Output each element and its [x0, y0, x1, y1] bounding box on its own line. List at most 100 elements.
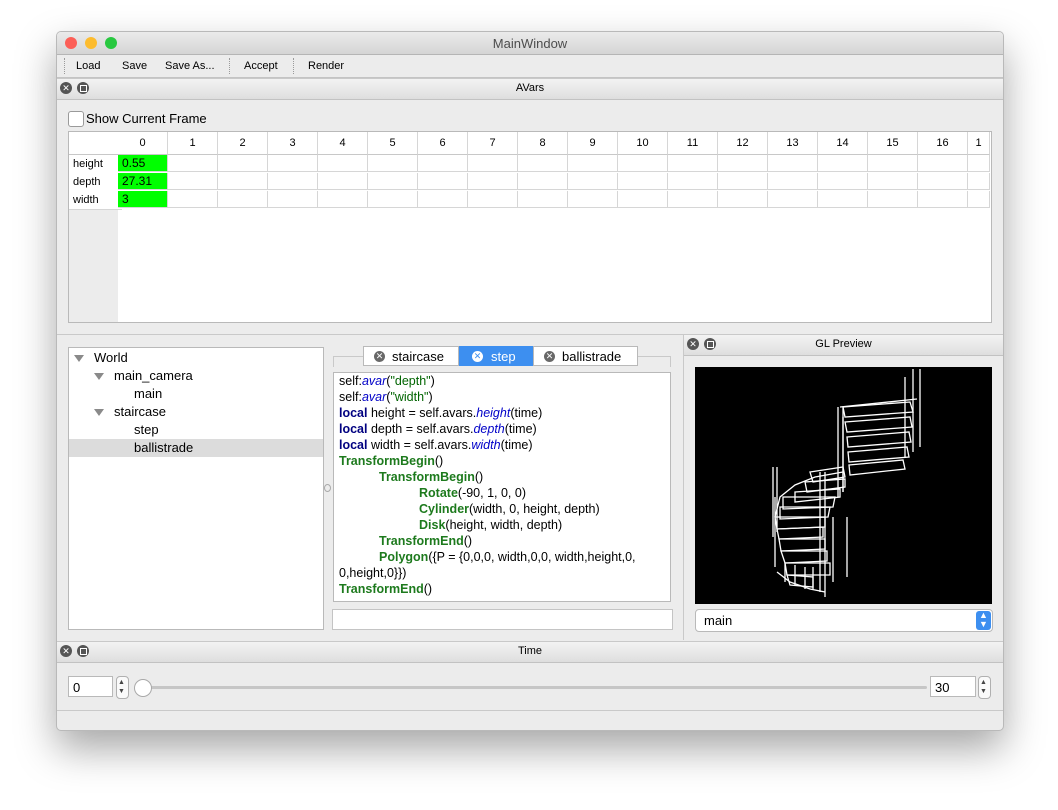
close-tab-icon[interactable]: ✕: [472, 351, 483, 362]
expand-main-camera-icon[interactable]: [94, 373, 104, 380]
table-cell[interactable]: [968, 155, 990, 172]
table-cell[interactable]: [768, 173, 818, 190]
camera-select[interactable]: main ▲ ▼: [695, 609, 993, 632]
table-cell[interactable]: [918, 191, 968, 208]
table-cell[interactable]: [318, 173, 368, 190]
table-cell[interactable]: 3: [118, 191, 168, 208]
scene-tree[interactable]: World main_camera main staircase step ba…: [68, 347, 324, 630]
table-cell[interactable]: [168, 173, 218, 190]
table-cell[interactable]: [818, 191, 868, 208]
table-cell[interactable]: [618, 191, 668, 208]
table-cell[interactable]: 0.55: [118, 155, 168, 172]
table-cell[interactable]: [968, 191, 990, 208]
column-header[interactable]: 14: [818, 132, 868, 155]
table-cell[interactable]: [868, 191, 918, 208]
column-header[interactable]: 11: [668, 132, 718, 155]
table-cell[interactable]: [318, 155, 368, 172]
table-cell[interactable]: [518, 191, 568, 208]
table-cell[interactable]: [418, 155, 468, 172]
table-cell[interactable]: [168, 191, 218, 208]
row-header-height[interactable]: height: [69, 155, 122, 174]
column-header[interactable]: 15: [868, 132, 918, 155]
table-cell[interactable]: [668, 191, 718, 208]
tree-item-main[interactable]: main: [134, 385, 162, 403]
close-tab-icon[interactable]: ✕: [544, 351, 555, 362]
column-header[interactable]: 1: [968, 132, 990, 155]
tree-item-staircase[interactable]: staircase: [114, 403, 166, 421]
tree-item-main-camera[interactable]: main_camera: [114, 367, 193, 385]
table-cell[interactable]: [468, 173, 518, 190]
command-input[interactable]: [332, 609, 673, 630]
time-slider-handle[interactable]: [134, 679, 152, 697]
table-cell[interactable]: [968, 173, 990, 190]
column-header[interactable]: 2: [218, 132, 268, 155]
table-cell[interactable]: [468, 155, 518, 172]
gl-preview-viewport[interactable]: [695, 367, 992, 604]
table-cell[interactable]: [918, 155, 968, 172]
column-header[interactable]: 13: [768, 132, 818, 155]
table-cell[interactable]: [218, 191, 268, 208]
table-cell[interactable]: [368, 155, 418, 172]
table-cell[interactable]: [168, 155, 218, 172]
table-cell[interactable]: [418, 191, 468, 208]
table-cell[interactable]: [218, 173, 268, 190]
table-cell[interactable]: [868, 173, 918, 190]
table-cell[interactable]: [368, 173, 418, 190]
table-cell[interactable]: [568, 191, 618, 208]
column-header[interactable]: 8: [518, 132, 568, 155]
column-header[interactable]: 9: [568, 132, 618, 155]
column-header[interactable]: 16: [918, 132, 968, 155]
table-cell[interactable]: [518, 173, 568, 190]
column-header[interactable]: 3: [268, 132, 318, 155]
time-slider-track[interactable]: [142, 686, 927, 689]
render-button[interactable]: Render: [308, 60, 344, 72]
column-header[interactable]: 4: [318, 132, 368, 155]
expand-staircase-icon[interactable]: [94, 409, 104, 416]
table-cell[interactable]: [218, 155, 268, 172]
table-cell[interactable]: [368, 191, 418, 208]
table-cell[interactable]: [718, 173, 768, 190]
table-cell[interactable]: [668, 173, 718, 190]
splitter-handle[interactable]: [324, 484, 331, 492]
row-header-depth[interactable]: depth: [69, 173, 122, 192]
table-cell[interactable]: [568, 173, 618, 190]
column-header[interactable]: 0: [118, 132, 168, 155]
table-cell[interactable]: [718, 155, 768, 172]
column-header[interactable]: 10: [618, 132, 668, 155]
table-cell[interactable]: [768, 191, 818, 208]
table-cell[interactable]: [568, 155, 618, 172]
tab-ballistrade[interactable]: ✕ ballistrade: [533, 346, 638, 366]
time-end-input[interactable]: 30: [930, 676, 976, 697]
table-cell[interactable]: [268, 173, 318, 190]
table-cell[interactable]: [768, 155, 818, 172]
table-cell[interactable]: [918, 173, 968, 190]
table-cell[interactable]: [868, 155, 918, 172]
tree-item-step[interactable]: step: [134, 421, 159, 439]
accept-button[interactable]: Accept: [244, 60, 278, 72]
column-header[interactable]: 1: [168, 132, 218, 155]
save-button[interactable]: Save: [122, 60, 147, 72]
table-cell[interactable]: [468, 191, 518, 208]
table-cell[interactable]: [518, 155, 568, 172]
table-cell[interactable]: [718, 191, 768, 208]
code-editor[interactable]: self:avar("depth") self:avar("width") lo…: [333, 372, 671, 602]
load-button[interactable]: Load: [76, 60, 100, 72]
close-tab-icon[interactable]: ✕: [374, 351, 385, 362]
column-header[interactable]: 7: [468, 132, 518, 155]
expand-world-icon[interactable]: [74, 355, 84, 362]
save-as-button[interactable]: Save As...: [165, 60, 215, 72]
table-cell[interactable]: [818, 173, 868, 190]
table-cell[interactable]: [318, 191, 368, 208]
select-arrows-icon[interactable]: ▲ ▼: [976, 611, 991, 630]
tab-step[interactable]: ✕ step: [459, 346, 533, 366]
table-cell[interactable]: [668, 155, 718, 172]
column-header[interactable]: 5: [368, 132, 418, 155]
time-start-input[interactable]: 0: [68, 676, 113, 697]
table-cell[interactable]: [618, 155, 668, 172]
table-cell[interactable]: [418, 173, 468, 190]
column-header[interactable]: 12: [718, 132, 768, 155]
row-header-width[interactable]: width: [69, 191, 122, 210]
table-cell[interactable]: [618, 173, 668, 190]
toolbar-handle[interactable]: [64, 58, 65, 74]
table-cell[interactable]: [268, 191, 318, 208]
